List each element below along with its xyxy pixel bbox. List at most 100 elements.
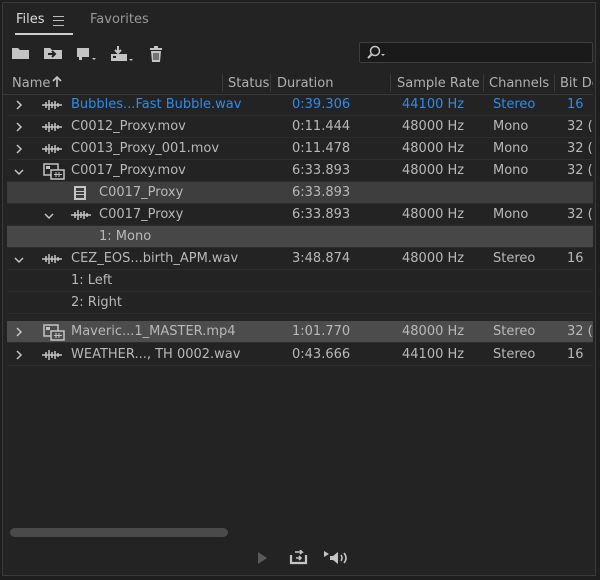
- file-duration: 6:33.893: [292, 163, 351, 178]
- audio-waveform-icon: [70, 208, 92, 226]
- chevron-right-icon[interactable]: [15, 121, 23, 136]
- chevron-right-icon[interactable]: [15, 349, 23, 364]
- search-dropdown-icon[interactable]: [366, 45, 390, 65]
- chevron-right-icon[interactable]: [15, 143, 23, 158]
- play-icon[interactable]: [255, 551, 269, 569]
- files-panel: Files Favorites Name Status Duration Sam…: [2, 2, 596, 576]
- tab-favorites[interactable]: Favorites: [90, 12, 149, 27]
- column-divider[interactable]: [222, 74, 223, 92]
- folder-icon[interactable]: [11, 45, 33, 63]
- chevron-down-icon[interactable]: [14, 253, 24, 268]
- column-divider[interactable]: [270, 74, 271, 92]
- column-bit-depth[interactable]: Bit De: [560, 76, 593, 91]
- file-duration: 0:11.478: [292, 141, 351, 156]
- track-name: C0017_Proxy: [99, 207, 184, 222]
- panel-menu-icon[interactable]: [53, 16, 64, 26]
- file-sample-rate: 44100 Hz: [402, 347, 465, 362]
- file-sample-rate: 48000 Hz: [402, 324, 465, 339]
- horizontal-scrollbar[interactable]: [7, 526, 593, 538]
- audio-waveform-icon: [41, 98, 63, 116]
- column-divider[interactable]: [483, 74, 484, 92]
- file-channels: Mono: [493, 207, 529, 222]
- audio-waveform-icon: [41, 142, 63, 160]
- column-divider[interactable]: [554, 74, 555, 92]
- audio-waveform-icon: [41, 120, 63, 138]
- file-name: C0013_Proxy_001.mov: [71, 141, 220, 156]
- file-duration: 0:11.444: [292, 119, 351, 134]
- file-duration: 1:01.770: [292, 324, 351, 339]
- trash-icon[interactable]: [148, 45, 170, 63]
- file-duration: 0:39.306: [292, 97, 351, 112]
- file-channels: Mono: [493, 119, 529, 134]
- video-clip-icon: [43, 323, 65, 345]
- file-channels: Mono: [493, 163, 529, 178]
- file-bit-depth: 32 (fl: [567, 163, 593, 178]
- file-name: C0012_Proxy.mov: [71, 119, 186, 134]
- file-sample-rate: 44100 Hz: [402, 97, 465, 112]
- table-row[interactable]: Bubbles...Fast Bubble.wav 0:39.306 44100…: [7, 94, 593, 116]
- video-clip-icon: [43, 162, 65, 184]
- file-name: CEZ_EOS...birth_APM.wav: [71, 251, 239, 266]
- audio-waveform-icon: [41, 348, 63, 366]
- file-sample-rate: 48000 Hz: [402, 251, 465, 266]
- chevron-right-icon[interactable]: [15, 326, 23, 341]
- search-field[interactable]: [359, 42, 593, 63]
- file-duration: 3:48.874: [292, 251, 351, 266]
- column-sample-rate[interactable]: Sample Rate: [397, 76, 480, 91]
- loop-icon[interactable]: [289, 549, 309, 570]
- table-row[interactable]: 1: Left: [7, 270, 593, 292]
- chevron-right-icon[interactable]: [15, 99, 23, 114]
- file-name: C0017_Proxy.mov: [71, 163, 186, 178]
- file-channels: Stereo: [493, 347, 536, 362]
- table-row[interactable]: C0012_Proxy.mov 0:11.444 48000 Hz Mono 3…: [7, 116, 593, 138]
- file-bit-depth: 16: [567, 347, 584, 362]
- file-channels: Stereo: [493, 324, 536, 339]
- file-bit-depth: 32 (fl: [567, 141, 593, 156]
- column-divider[interactable]: [390, 74, 391, 92]
- audio-waveform-icon: [41, 252, 63, 270]
- channel-name: 2: Right: [71, 295, 123, 310]
- table-row[interactable]: WEATHER..., TH 0002.wav 0:43.666 44100 H…: [7, 344, 593, 366]
- table-row[interactable]: C0017_Proxy 6:33.893: [7, 182, 593, 204]
- file-bit-depth: 32 (fl: [567, 119, 593, 134]
- column-header: Name Status Duration Sample Rate Channel…: [3, 71, 593, 95]
- file-bit-depth: 16: [567, 97, 584, 112]
- file-name: Bubbles...Fast Bubble.wav: [71, 97, 242, 112]
- column-duration[interactable]: Duration: [277, 76, 333, 91]
- transport-bar: [3, 543, 595, 575]
- table-row[interactable]: C0017_Proxy.mov 6:33.893 48000 Hz Mono 3…: [7, 160, 593, 182]
- panel-tabs: Files Favorites: [3, 3, 595, 37]
- chevron-down-icon[interactable]: [14, 165, 24, 180]
- file-name: WEATHER..., TH 0002.wav: [71, 347, 241, 362]
- table-row[interactable]: C0017_Proxy 6:33.893 48000 Hz Mono 32 (f…: [7, 204, 593, 226]
- file-sample-rate: 48000 Hz: [402, 163, 465, 178]
- table-row[interactable]: 1: Mono: [7, 226, 593, 248]
- file-duration: 6:33.893: [292, 185, 351, 200]
- table-row[interactable]: CEZ_EOS...birth_APM.wav 3:48.874 48000 H…: [7, 248, 593, 270]
- chevron-down-icon[interactable]: [44, 209, 54, 224]
- file-name: Maveric...1_MASTER.mp4: [71, 324, 236, 339]
- column-channels[interactable]: Channels: [489, 76, 549, 91]
- table-row[interactable]: C0013_Proxy_001.mov 0:11.478 48000 Hz Mo…: [7, 138, 593, 160]
- table-row[interactable]: Maveric...1_MASTER.mp4 1:01.770 48000 Hz…: [7, 321, 593, 343]
- add-clip-dropdown-icon[interactable]: [75, 45, 97, 63]
- scrollbar-thumb[interactable]: [10, 528, 228, 537]
- file-sample-rate: 48000 Hz: [402, 119, 465, 134]
- file-channels: Stereo: [493, 251, 536, 266]
- import-icon[interactable]: [42, 45, 64, 63]
- tab-files[interactable]: Files: [16, 12, 45, 27]
- file-duration: 6:33.893: [292, 207, 351, 222]
- channel-name: 1: Mono: [99, 229, 152, 244]
- table-row[interactable]: 2: Right: [7, 292, 593, 314]
- file-bit-depth: 16: [567, 251, 584, 266]
- file-list: Bubbles...Fast Bubble.wav 0:39.306 44100…: [7, 94, 593, 524]
- export-dropdown-icon[interactable]: [109, 45, 133, 63]
- column-status[interactable]: Status: [228, 76, 269, 91]
- auto-play-icon[interactable]: [323, 549, 351, 571]
- channel-name: 1: Left: [71, 273, 113, 288]
- track-name: C0017_Proxy: [99, 185, 184, 200]
- sort-ascending-icon[interactable]: [52, 75, 62, 92]
- column-name[interactable]: Name: [12, 76, 50, 91]
- file-bit-depth: 32 (fl: [567, 207, 593, 222]
- file-sample-rate: 48000 Hz: [402, 141, 465, 156]
